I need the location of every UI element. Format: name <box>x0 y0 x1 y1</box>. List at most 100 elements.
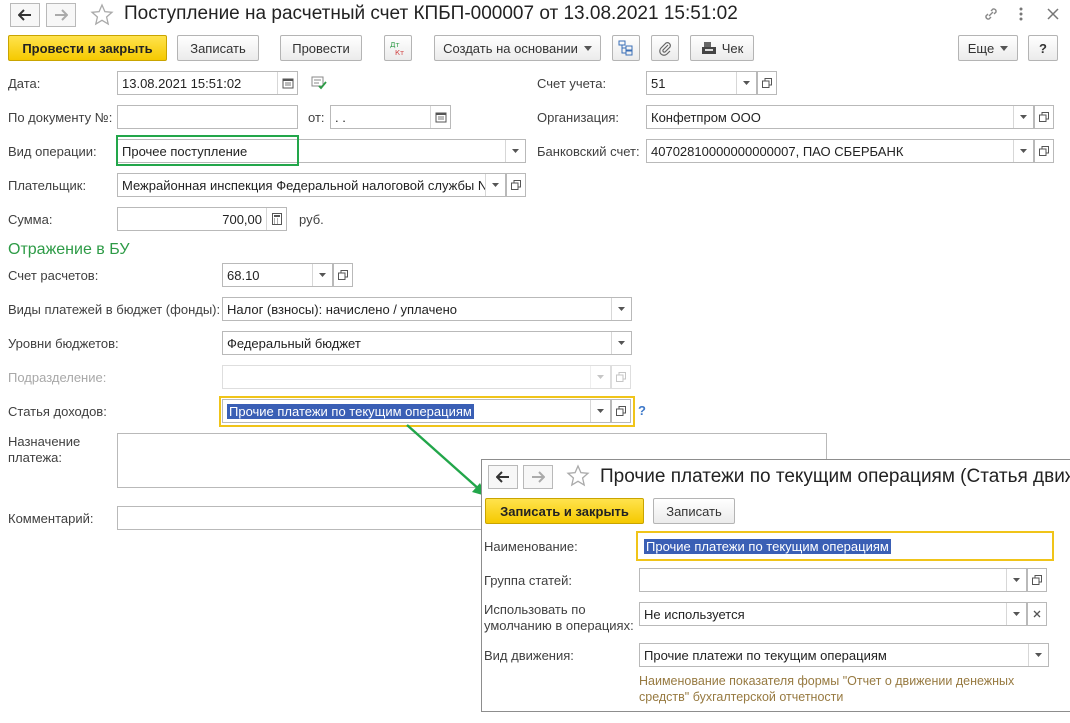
date-field[interactable]: 13.08.2021 15:51:02 <box>117 71 298 95</box>
sub-forward-button[interactable] <box>523 465 553 489</box>
save-button[interactable]: Записать <box>177 35 259 61</box>
create-based-on-label: Создать на основании <box>443 40 578 56</box>
create-based-on-button[interactable]: Создать на основании <box>434 35 601 61</box>
account-value: 51 <box>651 75 666 91</box>
budget-levels-label: Уровни бюджетов: <box>8 336 119 351</box>
sum-field[interactable]: 700,00 <box>117 207 287 231</box>
calendar-icon[interactable] <box>430 106 450 128</box>
settlement-account-label: Счет расчетов: <box>8 268 99 283</box>
account-select[interactable]: 51 <box>646 71 757 95</box>
name-value-wrap: Прочие платежи по текущим операциям <box>640 538 1050 554</box>
hierarchy-icon <box>618 40 633 56</box>
from-date-field[interactable]: . . <box>330 105 451 129</box>
chevron-down-icon[interactable] <box>611 298 631 320</box>
organization-select[interactable]: Конфетпром ООО <box>646 105 1034 129</box>
chevron-down-icon[interactable] <box>1013 106 1033 128</box>
sub-back-button[interactable] <box>488 465 518 489</box>
section-title-bu: Отражение в БУ <box>8 241 130 258</box>
calendar-icon[interactable] <box>277 72 297 94</box>
movement-type-hint: Наименование показателя формы "Отчет о д… <box>639 674 1015 704</box>
chevron-down-icon[interactable] <box>1006 603 1026 625</box>
favorite-star-icon[interactable] <box>90 3 114 27</box>
svg-text:Кт: Кт <box>395 49 404 56</box>
organization-open-button[interactable] <box>1034 105 1054 129</box>
income-item-value: Прочие платежи по текущим операциям <box>227 403 474 419</box>
link-icon[interactable] <box>980 3 1002 25</box>
payment-types-select[interactable]: Налог (взносы): начислено / уплачено <box>222 297 632 321</box>
save-and-close-button[interactable]: Записать и закрыть <box>485 498 644 524</box>
structure-button[interactable] <box>612 35 640 61</box>
close-icon[interactable] <box>1042 3 1064 25</box>
income-item-help-link[interactable]: ? <box>638 403 646 418</box>
dt-kt-button[interactable]: Дт Кт <box>384 35 412 61</box>
approve-icon[interactable] <box>311 76 327 93</box>
chevron-down-icon[interactable] <box>590 400 610 422</box>
post-button[interactable]: Провести <box>280 35 362 61</box>
movement-type-label: Вид движения: <box>484 648 574 663</box>
chevron-down-icon <box>1000 45 1009 51</box>
chevron-down-icon[interactable] <box>485 174 505 196</box>
from-date-value: . . <box>335 109 346 125</box>
post-and-close-button[interactable]: Провести и закрыть <box>8 35 167 61</box>
attach-button[interactable] <box>651 35 679 61</box>
name-field[interactable]: Прочие платежи по текущим операциям <box>639 534 1051 558</box>
operation-type-label: Вид операции: <box>8 144 97 159</box>
chevron-down-icon[interactable] <box>1013 140 1033 162</box>
more-button[interactable]: Еще <box>958 35 1018 61</box>
more-vertical-icon[interactable] <box>1010 3 1032 25</box>
group-label: Группа статей: <box>484 573 572 588</box>
income-item-open-button[interactable] <box>611 399 631 423</box>
calculator-icon[interactable] <box>266 208 286 230</box>
settlement-account-select[interactable]: 68.10 <box>222 263 333 287</box>
group-select[interactable] <box>639 568 1027 592</box>
group-open-button[interactable] <box>1027 568 1047 592</box>
arrow-right-icon <box>55 9 68 21</box>
sum-value: 700,00 <box>222 211 262 227</box>
account-label: Счет учета: <box>537 76 607 91</box>
movement-type-select[interactable]: Прочие платежи по текущим операциям <box>639 643 1049 667</box>
check-button[interactable]: Чек <box>690 35 754 61</box>
doc-number-label: По документу №: <box>8 110 113 125</box>
sub-favorite-star-icon[interactable] <box>566 464 590 488</box>
default-use-select[interactable]: Не используется <box>639 602 1027 626</box>
chevron-down-icon[interactable] <box>611 332 631 354</box>
forward-button[interactable] <box>46 3 76 27</box>
check-label: Чек <box>721 40 744 56</box>
date-label: Дата: <box>8 76 41 91</box>
bank-account-select[interactable]: 40702810000000000007, ПАО СБЕРБАНК <box>646 139 1034 163</box>
budget-levels-select[interactable]: Федеральный бюджет <box>222 331 632 355</box>
settlement-account-value: 68.10 <box>227 267 260 283</box>
more-label: Еще <box>967 40 995 56</box>
organization-value: Конфетпром ООО <box>651 109 761 125</box>
paperclip-icon <box>659 42 671 56</box>
budget-levels-value: Федеральный бюджет <box>227 335 361 351</box>
comment-label: Комментарий: <box>8 511 94 526</box>
bank-account-label: Банковский счет: <box>537 144 640 159</box>
open-icon <box>762 78 772 88</box>
chevron-down-icon[interactable] <box>1006 569 1026 591</box>
from-label: от: <box>308 110 325 125</box>
back-button[interactable] <box>10 3 40 27</box>
chevron-down-icon[interactable] <box>1028 644 1048 666</box>
window-title: Поступление на расчетный счет КПБП-00000… <box>124 3 738 24</box>
payer-select[interactable]: Межрайонная инспекция Федеральной налого… <box>117 173 506 197</box>
chevron-down-icon[interactable] <box>505 140 525 162</box>
help-button[interactable]: ? <box>1028 35 1058 61</box>
account-open-button[interactable] <box>757 71 777 95</box>
settlement-account-open-button[interactable] <box>333 263 353 287</box>
payer-open-button[interactable] <box>506 173 526 197</box>
division-select <box>222 365 611 389</box>
open-icon <box>1032 575 1042 585</box>
payer-value: Межрайонная инспекция Федеральной налого… <box>122 177 485 193</box>
arrow-left-icon <box>496 471 509 483</box>
payment-purpose-label: Назначение платежа: <box>8 434 81 465</box>
bank-account-open-button[interactable] <box>1034 139 1054 163</box>
chevron-down-icon[interactable] <box>736 72 756 94</box>
open-icon <box>616 406 626 416</box>
income-item-value-wrap: Прочие платежи по текущим операциям <box>223 403 590 419</box>
doc-number-field[interactable] <box>117 105 298 129</box>
default-use-clear-button[interactable] <box>1027 602 1047 626</box>
income-item-label: Статья доходов: <box>8 404 107 419</box>
chevron-down-icon[interactable] <box>312 264 332 286</box>
sub-save-button[interactable]: Записать <box>653 498 735 524</box>
